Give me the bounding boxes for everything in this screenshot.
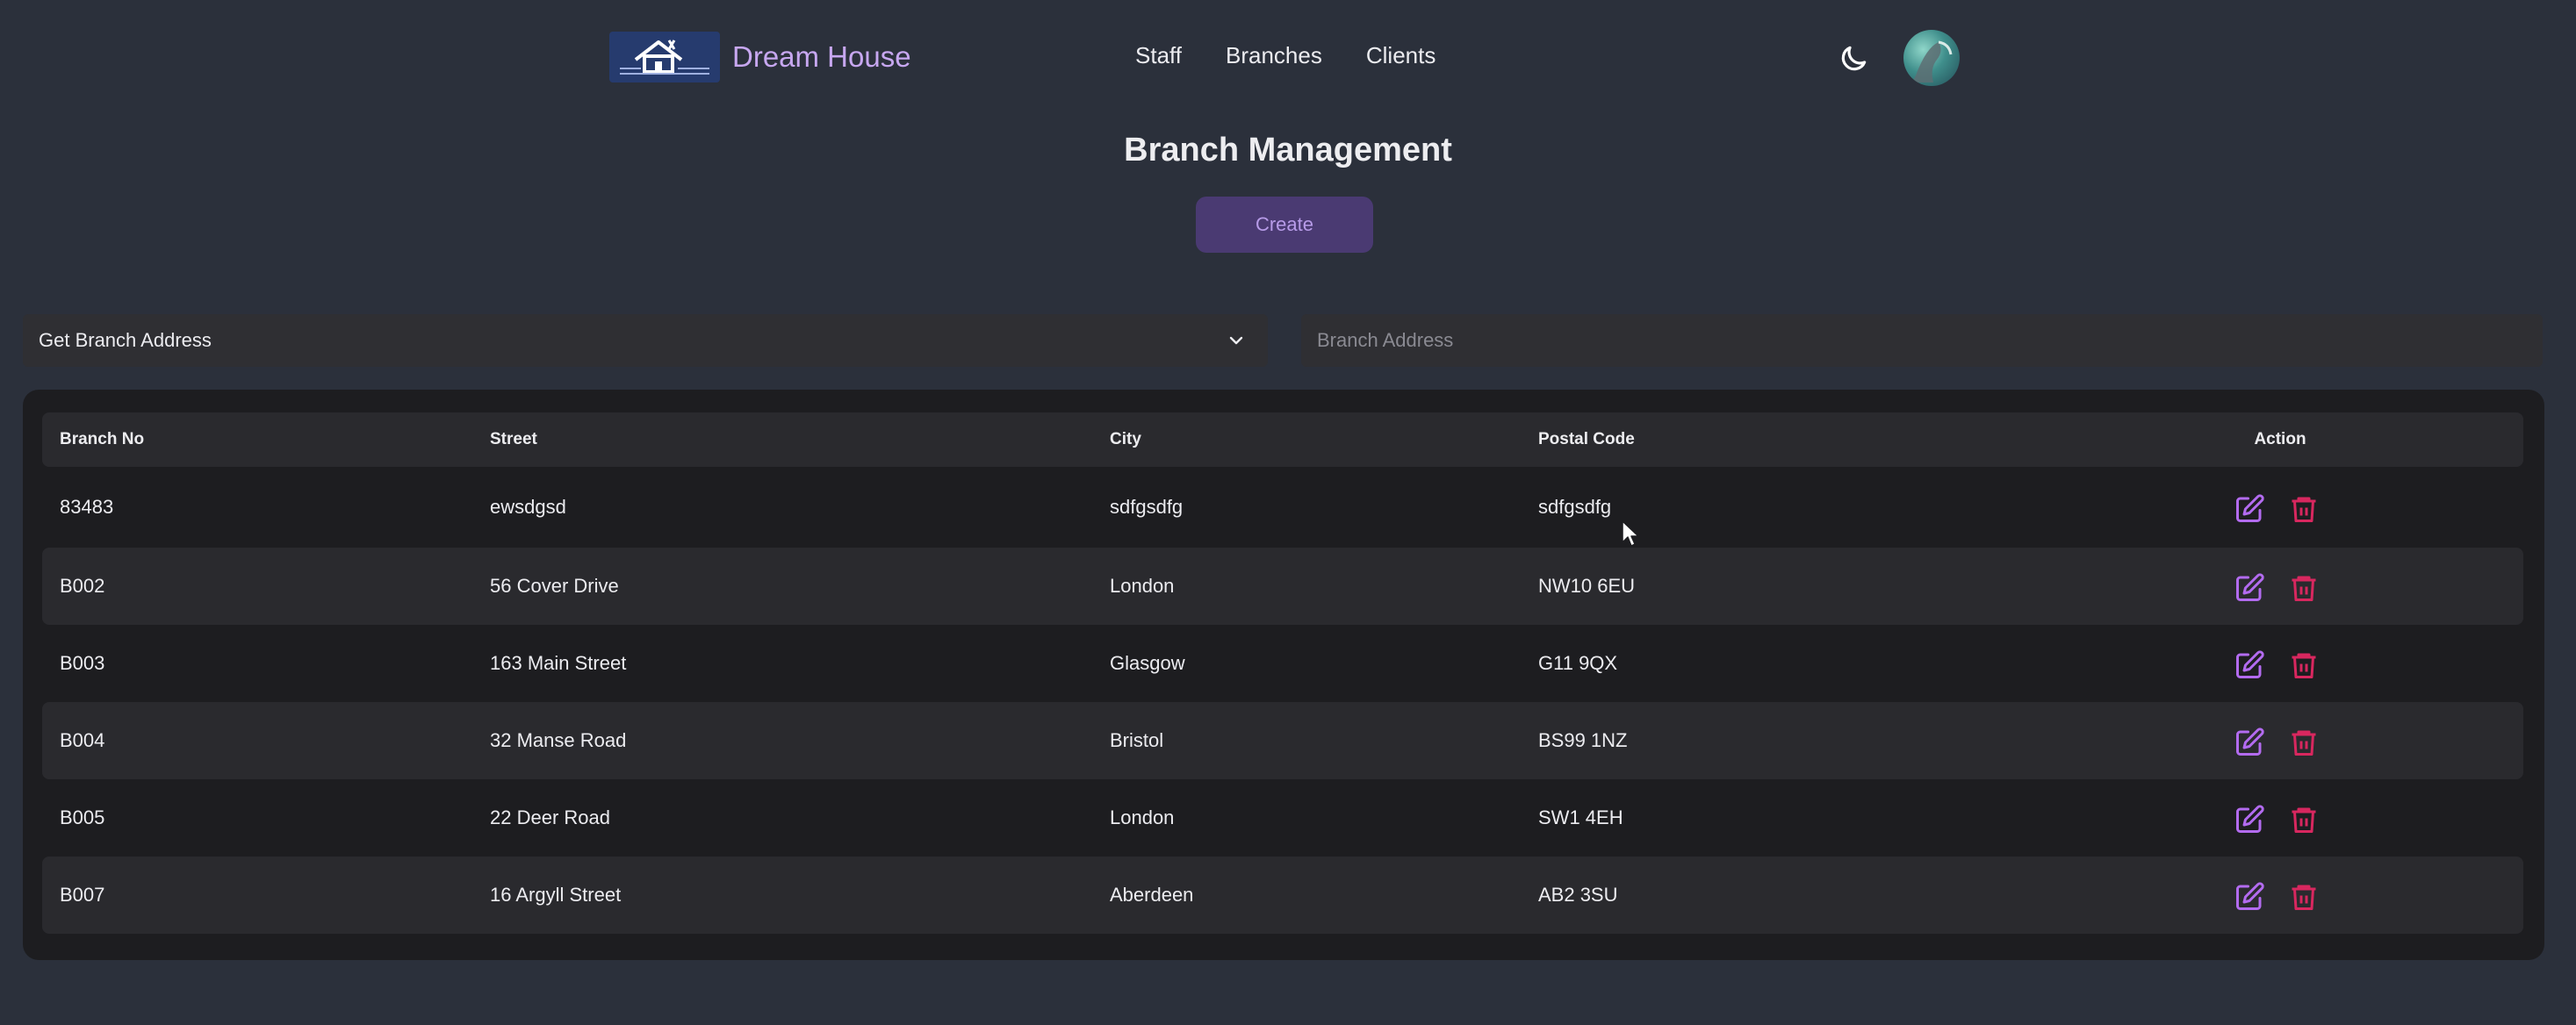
cell-city: London (1110, 806, 1175, 828)
trash-icon[interactable] (2288, 649, 2320, 681)
branch-management-page: Dream House Staff Branches Clients Branc… (0, 0, 2576, 1025)
cell-branch-no: 83483 (60, 496, 114, 518)
cell-street: ewsdgsd (490, 496, 566, 518)
cell-postal-code: BS99 1NZ (1538, 729, 1628, 751)
moon-icon[interactable] (1837, 42, 1870, 75)
mouse-cursor-icon (1622, 520, 1639, 547)
trash-icon[interactable] (2288, 881, 2320, 913)
create-button[interactable]: Create (1196, 197, 1373, 253)
trash-icon[interactable] (2288, 727, 2320, 758)
cell-postal-code: AB2 3SU (1538, 884, 1618, 906)
cell-branch-no: B002 (60, 575, 105, 597)
edit-icon[interactable] (2234, 727, 2265, 758)
nav-link-staff[interactable]: Staff (1135, 42, 1182, 69)
table-row: B002 56 Cover Drive London NW10 6EU (42, 548, 2523, 625)
cell-branch-no: B005 (60, 806, 105, 828)
cell-postal-code: SW1 4EH (1538, 806, 1623, 828)
navbar: Dream House Staff Branches Clients (0, 0, 2576, 114)
cell-street: 16 Argyll Street (490, 884, 622, 906)
table-row: 83483 ewsdgsd sdfgsdfg sdfgsdfg (42, 469, 2523, 546)
cell-street: 22 Deer Road (490, 806, 610, 828)
cell-postal-code: sdfgsdfg (1538, 496, 1612, 518)
cell-street: 163 Main Street (490, 652, 627, 674)
brand-name: Dream House (732, 40, 911, 73)
edit-icon[interactable] (2234, 881, 2265, 913)
table-row: B005 22 Deer Road London SW1 4EH (42, 779, 2523, 857)
cell-city: Glasgow (1110, 652, 1185, 674)
cell-branch-no: B003 (60, 652, 105, 674)
cell-postal-code: G11 9QX (1538, 652, 1618, 674)
cell-branch-no: B004 (60, 729, 105, 751)
chevron-down-icon (1229, 336, 1243, 345)
table-row: B004 32 Manse Road Bristol BS99 1NZ (42, 702, 2523, 779)
select-value: Get Branch Address (39, 329, 212, 351)
main-nav: Staff Branches Clients (1135, 42, 1436, 69)
column-header-postal-code: Postal Code (1538, 430, 1635, 448)
table-row: B003 163 Main Street Glasgow G11 9QX (42, 625, 2523, 702)
column-header-action: Action (2254, 430, 2306, 448)
edit-icon[interactable] (2234, 649, 2265, 681)
cell-city: Bristol (1110, 729, 1164, 751)
cell-postal-code: NW10 6EU (1538, 575, 1636, 597)
branch-address-input[interactable] (1301, 314, 2543, 367)
column-header-city: City (1110, 430, 1141, 448)
trash-icon[interactable] (2288, 804, 2320, 835)
house-logo-icon (609, 32, 720, 82)
edit-icon[interactable] (2234, 493, 2265, 525)
cell-city: London (1110, 575, 1175, 597)
brand[interactable]: Dream House (609, 32, 911, 82)
cell-city: sdfgsdfg (1110, 496, 1184, 518)
trash-icon[interactable] (2288, 493, 2320, 525)
nav-link-clients[interactable]: Clients (1366, 42, 1436, 69)
cell-city: Aberdeen (1110, 884, 1194, 906)
column-header-branch-no: Branch No (60, 430, 145, 448)
column-header-street: Street (490, 430, 537, 448)
edit-icon[interactable] (2234, 804, 2265, 835)
page-title: Branch Management (1124, 132, 1452, 168)
cell-street: 56 Cover Drive (490, 575, 619, 597)
nav-link-branches[interactable]: Branches (1226, 42, 1322, 69)
table-row: B007 16 Argyll Street Aberdeen AB2 3SU (42, 857, 2523, 934)
branch-table: Branch No Street City Postal Code Action… (23, 390, 2544, 960)
user-avatar[interactable] (1903, 30, 1960, 86)
cell-branch-no: B007 (60, 884, 105, 906)
edit-icon[interactable] (2234, 572, 2265, 604)
table-header: Branch No Street City Postal Code Action (42, 412, 2523, 467)
trash-icon[interactable] (2288, 572, 2320, 604)
cell-street: 32 Manse Road (490, 729, 627, 751)
branch-address-select[interactable]: Get Branch Address (23, 314, 1268, 367)
